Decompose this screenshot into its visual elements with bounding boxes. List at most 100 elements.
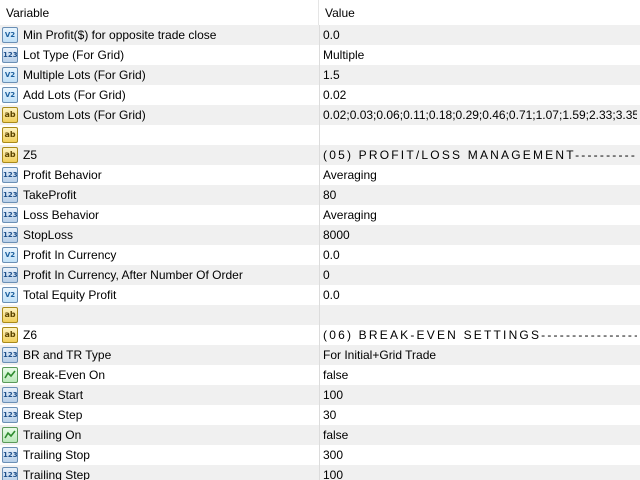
- column-divider: [319, 85, 320, 105]
- table-row[interactable]: 123 TakeProfit 80: [0, 185, 640, 205]
- variable-value[interactable]: For Initial+Grid Trade: [323, 345, 637, 365]
- table-row[interactable]: ab Z6 (06) BREAK-EVEN SETTINGS------------…: [0, 325, 640, 345]
- string-value-icon: ab: [2, 107, 18, 123]
- variable-value[interactable]: [323, 305, 637, 325]
- table-row[interactable]: 123 BR and TR Type For Initial+Grid Trade: [0, 345, 640, 365]
- grid-header: Variable Value: [0, 0, 640, 26]
- table-row[interactable]: 123 Trailing Stop 300: [0, 445, 640, 465]
- table-row[interactable]: V2 Total Equity Profit 0.0: [0, 285, 640, 305]
- variable-name: Profit In Currency: [23, 248, 117, 262]
- variable-value[interactable]: 0: [323, 265, 637, 285]
- table-row[interactable]: 123 Loss Behavior Averaging: [0, 205, 640, 225]
- integer-value-icon: 123: [2, 447, 18, 463]
- variable-name: Loss Behavior: [23, 208, 100, 222]
- column-divider: [319, 425, 320, 445]
- variable-value[interactable]: 30: [323, 405, 637, 425]
- table-row[interactable]: ab Custom Lots (For Grid) 0.02;0.03;0.06;0…: [0, 105, 640, 125]
- table-row[interactable]: ab: [0, 125, 640, 145]
- variable-name: Trailing Step: [23, 468, 90, 480]
- double-value-icon: V2: [2, 27, 18, 43]
- variable-name: Break Start: [23, 388, 84, 402]
- table-row[interactable]: 123 Profit Behavior Averaging: [0, 165, 640, 185]
- column-divider: [319, 265, 320, 285]
- column-divider: [319, 105, 320, 125]
- variable-name: Trailing On: [23, 428, 82, 442]
- column-divider: [319, 285, 320, 305]
- table-row[interactable]: Break-Even On false: [0, 365, 640, 385]
- variable-value[interactable]: 100: [323, 465, 637, 480]
- column-divider: [319, 185, 320, 205]
- table-row[interactable]: ab Z5 (05) PROFIT/LOSS MANAGEMENT---------…: [0, 145, 640, 165]
- column-divider: [319, 45, 320, 65]
- variable-value[interactable]: (06) BREAK-EVEN SETTINGS----------------…: [323, 325, 637, 345]
- variable-value[interactable]: false: [323, 365, 637, 385]
- column-divider: [319, 245, 320, 265]
- grid-rows: V2 Min Profit($) for opposite trade close…: [0, 25, 640, 480]
- variable-value[interactable]: 0.0: [323, 245, 637, 265]
- variable-value[interactable]: 80: [323, 185, 637, 205]
- table-row[interactable]: V2 Min Profit($) for opposite trade close…: [0, 25, 640, 45]
- double-value-icon: V2: [2, 87, 18, 103]
- variable-value[interactable]: 8000: [323, 225, 637, 245]
- variable-value[interactable]: 0.0: [323, 285, 637, 305]
- variable-value[interactable]: Averaging: [323, 165, 637, 185]
- table-row[interactable]: V2 Multiple Lots (For Grid) 1.5: [0, 65, 640, 85]
- column-divider: [319, 385, 320, 405]
- variable-column-header[interactable]: Variable: [0, 0, 319, 25]
- integer-value-icon: 123: [2, 467, 18, 480]
- column-divider: [319, 125, 320, 145]
- variable-value[interactable]: Multiple: [323, 45, 637, 65]
- table-row[interactable]: V2 Profit In Currency 0.0: [0, 245, 640, 265]
- variable-name: BR and TR Type: [23, 348, 112, 362]
- variable-name: Z5: [23, 148, 38, 162]
- column-divider: [319, 145, 320, 165]
- boolean-value-icon: [2, 427, 18, 443]
- variable-name: Lot Type (For Grid): [23, 48, 125, 62]
- table-row[interactable]: 123 Break Step 30: [0, 405, 640, 425]
- variable-value[interactable]: 1.5: [323, 65, 637, 85]
- column-divider: [319, 205, 320, 225]
- variable-name: Total Equity Profit: [23, 288, 117, 302]
- string-value-icon: ab: [2, 147, 18, 163]
- column-divider: [319, 365, 320, 385]
- table-row[interactable]: 123 Trailing Step 100: [0, 465, 640, 480]
- table-row[interactable]: 123 Lot Type (For Grid) Multiple: [0, 45, 640, 65]
- variable-name: Break-Even On: [23, 368, 106, 382]
- variable-value[interactable]: false: [323, 425, 637, 445]
- column-divider: [319, 345, 320, 365]
- integer-value-icon: 123: [2, 47, 18, 63]
- variable-name: Add Lots (For Grid): [23, 88, 126, 102]
- column-divider: [319, 225, 320, 245]
- column-divider: [319, 465, 320, 480]
- variable-name: Profit In Currency, After Number Of Orde…: [23, 268, 243, 282]
- variable-value[interactable]: Averaging: [323, 205, 637, 225]
- table-row[interactable]: V2 Add Lots (For Grid) 0.02: [0, 85, 640, 105]
- variable-name: TakeProfit: [23, 188, 77, 202]
- column-divider: [319, 405, 320, 425]
- variable-name: Trailing Stop: [23, 448, 90, 462]
- variable-value[interactable]: 300: [323, 445, 637, 465]
- variable-value[interactable]: [323, 125, 637, 145]
- table-row[interactable]: ab: [0, 305, 640, 325]
- table-row[interactable]: 123 Profit In Currency, After Number Of O…: [0, 265, 640, 285]
- variable-value[interactable]: (05) PROFIT/LOSS MANAGEMENT-------------…: [323, 145, 637, 165]
- table-row[interactable]: Trailing On false: [0, 425, 640, 445]
- variable-value[interactable]: 100: [323, 385, 637, 405]
- table-row[interactable]: 123 StopLoss 8000: [0, 225, 640, 245]
- table-row[interactable]: 123 Break Start 100: [0, 385, 640, 405]
- double-value-icon: V2: [2, 287, 18, 303]
- variable-name: Break Step: [23, 408, 83, 422]
- value-column-header[interactable]: Value: [319, 0, 639, 25]
- variable-value[interactable]: 0.0: [323, 25, 637, 45]
- variable-value[interactable]: 0.02;0.03;0.06;0.11;0.18;0.29;0.46;0.71;…: [323, 105, 637, 125]
- variable-name: Multiple Lots (For Grid): [23, 68, 146, 82]
- variable-value[interactable]: 0.02: [323, 85, 637, 105]
- integer-value-icon: 123: [2, 267, 18, 283]
- column-divider: [319, 445, 320, 465]
- column-divider: [319, 25, 320, 45]
- string-value-icon: ab: [2, 327, 18, 343]
- column-divider: [319, 325, 320, 345]
- double-value-icon: V2: [2, 247, 18, 263]
- string-value-icon: ab: [2, 127, 18, 143]
- integer-value-icon: 123: [2, 167, 18, 183]
